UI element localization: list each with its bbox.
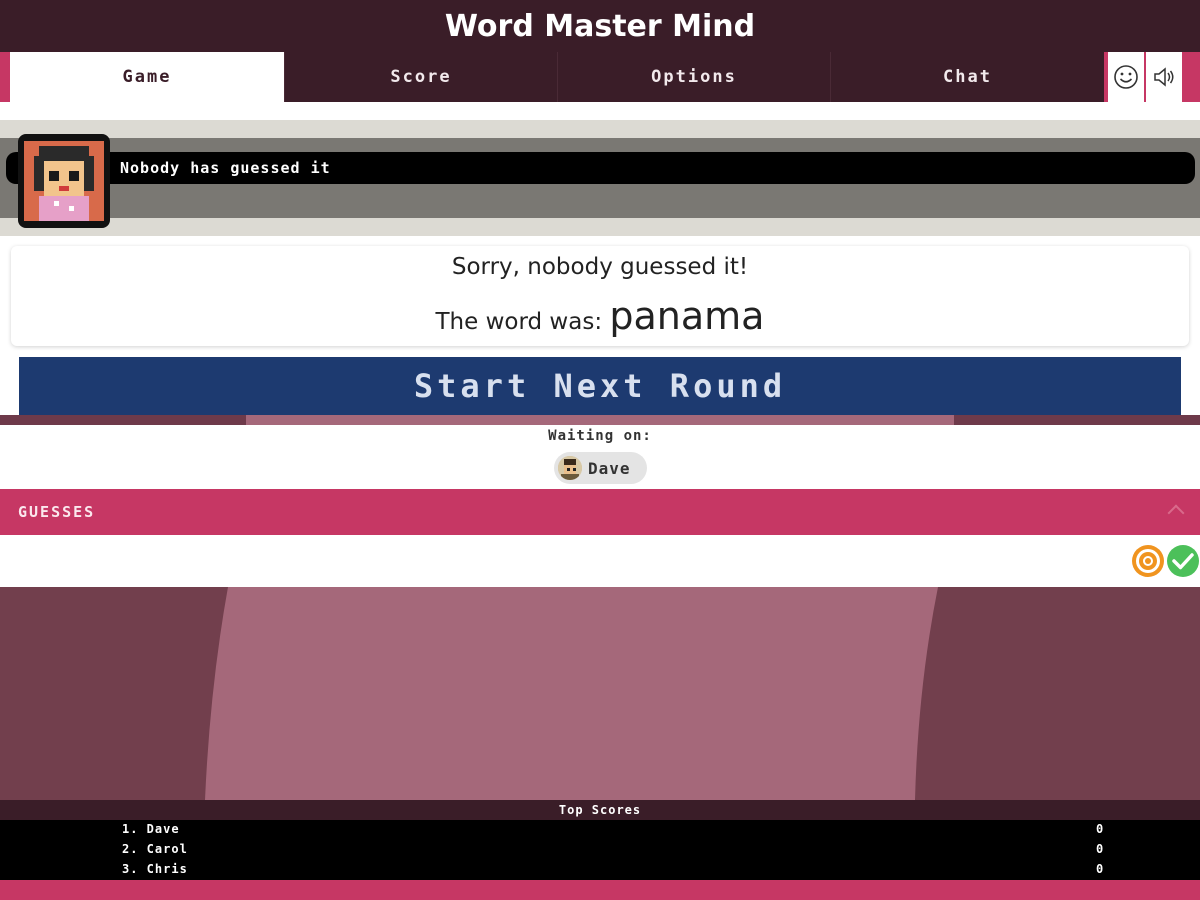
result-word-prefix: The word was: [435,309,603,335]
status-band-bottom [0,218,1200,236]
score-player-name: 1. Dave [122,822,180,836]
score-row: 1. Dave 0 [0,820,1200,840]
result-message: Sorry, nobody guessed it! [451,254,749,280]
result-word: panama [609,294,765,338]
score-row: 2. Carol 0 [0,840,1200,860]
tab-score[interactable]: Score [284,52,557,102]
tab-chat[interactable]: Chat [830,52,1104,102]
waiting-player-name: Dave [588,458,631,478]
waiting-player-chip: Dave [554,452,647,484]
top-scores-title: Top Scores [0,800,1200,820]
app-title: Word Master Mind [444,8,756,44]
status-message: Nobody has guessed it [6,152,1195,184]
target-icon [1132,545,1164,577]
chevron-up-icon [1167,504,1185,522]
tab-game[interactable]: Game [10,52,284,102]
score-value: 0 [1096,862,1105,876]
result-card: Sorry, nobody guessed it! The word was: … [11,246,1189,346]
game-field [0,587,1200,800]
score-row: 3. Chris 0 [0,860,1200,880]
round-timer-fill [246,415,954,425]
player-avatar [18,134,110,228]
smiley-icon[interactable] [1108,52,1144,102]
start-next-round-button[interactable]: Start Next Round [19,357,1181,415]
score-player-name: 3. Chris [122,862,188,876]
round-timer-bar [0,415,1200,425]
score-value: 0 [1096,842,1105,856]
result-word-line: The word was: panama [11,294,1189,338]
guess-row [0,535,1200,587]
speaker-icon[interactable] [1146,52,1182,102]
field-highlight [205,587,938,800]
check-icon [1167,545,1199,577]
app-title-bar: Word Master Mind [0,0,1200,52]
status-band-top [0,120,1200,138]
player-avatar-small [558,456,582,480]
top-scores-table: 1. Dave 0 2. Carol 0 3. Chris 0 [0,820,1200,880]
guesses-section-header[interactable]: Guesses [0,489,1200,535]
waiting-label: Waiting on: [548,428,652,444]
score-value: 0 [1096,822,1105,836]
pixel-avatar-icon [24,141,104,221]
score-player-name: 2. Carol [122,842,188,856]
bottom-strip [0,880,1200,900]
tab-strip: Game Score Options Chat [0,52,1200,102]
tab-options[interactable]: Options [557,52,830,102]
